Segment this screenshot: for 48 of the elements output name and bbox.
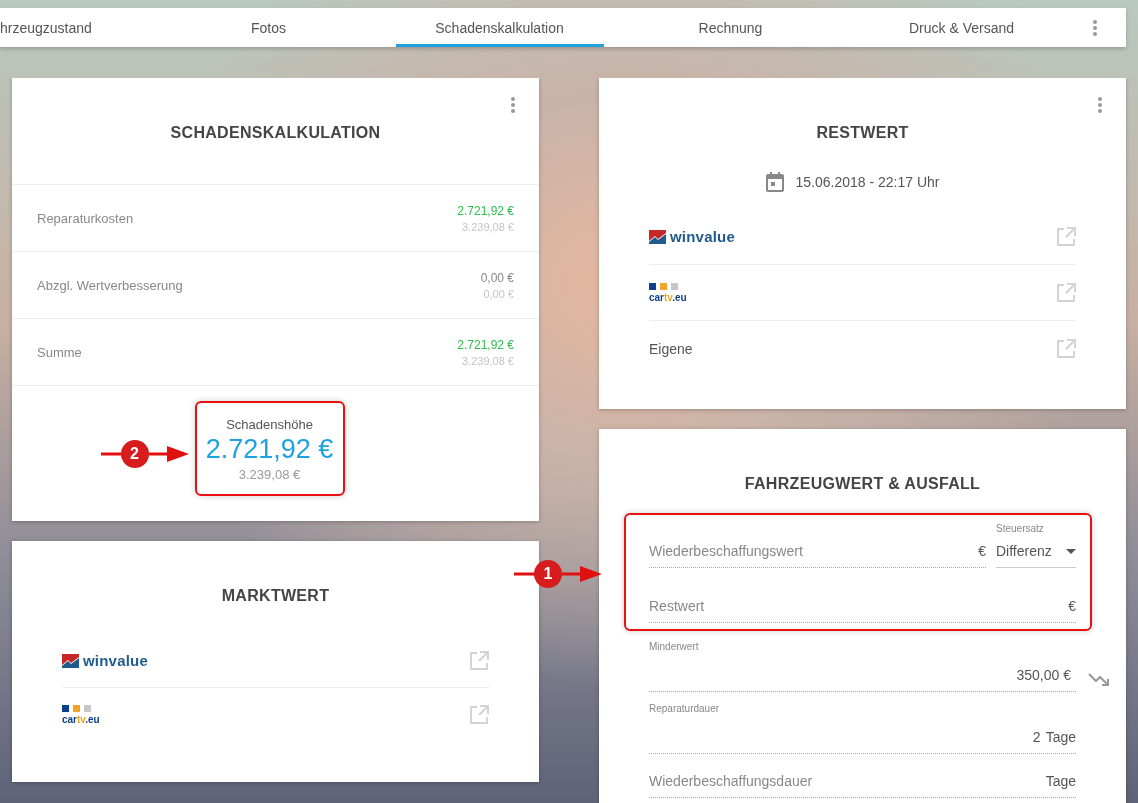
chart-logo-icon	[649, 229, 666, 244]
tab[interactable]: Fotos	[153, 8, 384, 47]
total-amount: 2.721,92 €	[204, 434, 335, 465]
date-text: 15.06.2018 - 22:17 Uhr	[795, 174, 940, 190]
winvalue-logo: winvalue	[649, 228, 735, 245]
cartv-logo: cartv.eu	[649, 282, 687, 303]
total-label: Schadenshöhe	[225, 417, 314, 432]
callout-number: 1	[542, 564, 554, 584]
amount: 2.721,92 €	[457, 203, 514, 218]
chart-logo-icon	[62, 653, 79, 668]
input-field[interactable]: Wiederbeschaffungswert €	[649, 535, 986, 568]
external-link-icon[interactable]	[1056, 282, 1076, 303]
card-title: RESTWERT	[816, 123, 909, 143]
input-field[interactable]: 2 Tage	[649, 721, 1076, 754]
more-menu-icon[interactable]	[1093, 19, 1097, 36]
field-label: Reparaturdauer	[649, 703, 721, 715]
card-title: FAHRZEUGWERT & AUSFALL	[744, 474, 981, 494]
row-label: Abzgl. Wertverbesserung	[37, 277, 183, 293]
callout-number: 2	[129, 444, 140, 464]
tax-rate-dropdown[interactable]: Steuersatz Differenz	[996, 523, 1076, 568]
input-field[interactable]: Wiederbeschaffungsdauer Tage	[649, 765, 1076, 798]
calendar-icon	[765, 172, 784, 192]
external-link-icon[interactable]	[1056, 338, 1076, 359]
provider-name: Eigene	[649, 340, 693, 357]
cartv-logo: cartv.eu	[62, 704, 100, 725]
row-label: Reparaturkosten	[37, 210, 134, 226]
external-link-icon[interactable]	[469, 650, 489, 671]
secondary-amount: 3.239,08 €	[462, 220, 514, 233]
input-field[interactable]: Restwert €	[649, 590, 1076, 623]
field-label: Minderwert	[649, 641, 700, 653]
dropdown-caret-icon	[1066, 548, 1076, 554]
row-label: Summe	[37, 344, 82, 360]
input-field[interactable]: 350,00 €	[649, 659, 1076, 692]
secondary-amount: 0,00 €	[483, 287, 514, 300]
winvalue-logo: winvalue	[62, 652, 148, 669]
secondary-amount: 3.239,08 €	[462, 354, 514, 367]
tab[interactable]: hrzeugzustand	[0, 8, 153, 47]
external-link-icon[interactable]	[469, 704, 489, 725]
card-title: SCHADENSKALKULATION	[170, 123, 381, 143]
more-menu-icon[interactable]	[511, 97, 515, 113]
tab[interactable]: Rechnung	[615, 8, 846, 47]
amount: 0,00 €	[480, 270, 514, 285]
external-link-icon[interactable]	[1056, 226, 1076, 247]
amount: 2.721,92 €	[457, 337, 514, 352]
tab[interactable]: Druck & Versand	[846, 8, 1077, 47]
more-menu-icon[interactable]	[1098, 97, 1102, 113]
secondary-amount: 3.239,08 €	[237, 467, 302, 482]
card-title: MARKTWERT	[221, 586, 330, 606]
